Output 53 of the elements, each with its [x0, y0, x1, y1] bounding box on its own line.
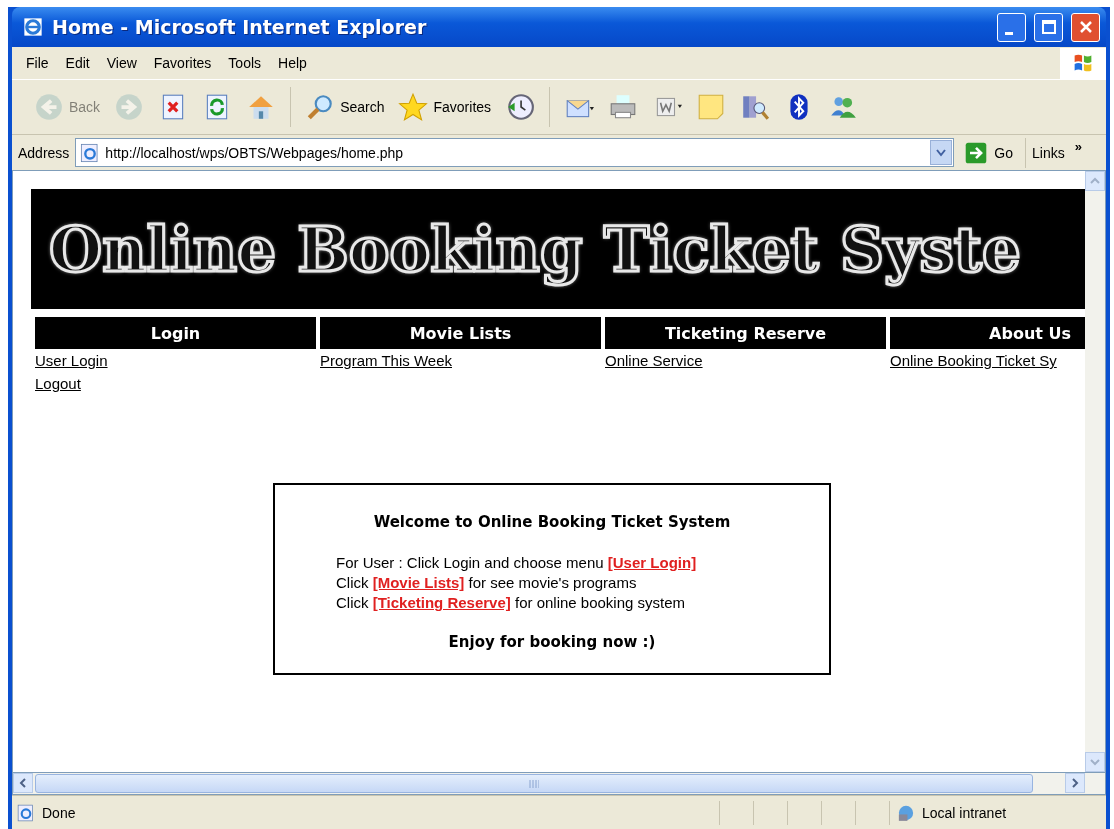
inline-link[interactable]: [Ticketing Reserve] [372, 594, 511, 611]
nav-heading: Login [35, 317, 316, 349]
horizontal-scrollbar[interactable] [12, 773, 1106, 795]
nav-link[interactable]: User Login [35, 349, 108, 372]
instruction-text: For User : Click Login and choose menu [User Login] [336, 553, 697, 573]
banner-logo-text: Online Booking Ticket Syste [49, 213, 1021, 285]
page-icon [16, 802, 36, 823]
chevron-left-icon [19, 778, 27, 788]
address-field[interactable]: http://localhost/wps/OBTS/Webpages/home.php [75, 138, 955, 167]
inline-link[interactable]: [User Login] [607, 554, 697, 571]
go-button[interactable]: Go [960, 137, 1026, 168]
menu-item[interactable]: File [18, 52, 58, 74]
ie-logo-icon [22, 16, 44, 38]
vertical-scrollbar[interactable] [1085, 171, 1105, 772]
nav-link[interactable]: Program This Week [320, 349, 452, 372]
nav-link[interactable]: Online Booking Ticket Sy [890, 349, 1057, 372]
nav-link[interactable]: Online Service [605, 349, 703, 372]
close-button[interactable] [1071, 12, 1100, 42]
links-button[interactable]: Links [1032, 144, 1065, 161]
dropdown-button[interactable] [930, 140, 953, 165]
menu-item[interactable]: Help [270, 52, 316, 74]
instruction-text: Click [Ticketing Reserve] for online booking system [336, 593, 687, 613]
nav-link[interactable]: Logout [35, 372, 81, 395]
nav-heading: Ticketing Reserve [605, 317, 886, 349]
menu-item[interactable]: Tools [220, 52, 271, 74]
clock-icon [505, 92, 536, 122]
status-text: Done [42, 804, 76, 821]
chevron-down-icon [1090, 758, 1100, 766]
star-icon [398, 92, 429, 122]
menu-item[interactable]: View [98, 52, 146, 74]
menu-item[interactable]: Edit [57, 52, 99, 74]
welcome-title: Welcome to Online Booking Ticket System [373, 513, 731, 531]
chevron-down-icon [936, 148, 947, 157]
maximize-icon [1040, 19, 1057, 35]
close-icon [1077, 19, 1094, 35]
zone-text: Local intranet [922, 804, 1007, 821]
inline-link[interactable]: [Movie Lists] [372, 574, 465, 591]
nav-heading: Movie Lists [320, 317, 601, 349]
maximize-button[interactable] [1034, 12, 1063, 42]
closing-text: Enjoy for booking now :) [448, 633, 656, 651]
address-label: Address [18, 144, 70, 161]
search-button[interactable]: Search [303, 90, 387, 124]
minimize-icon [1004, 31, 1013, 35]
favorites-button[interactable]: Favorites [396, 90, 494, 124]
window-title: Home - Microsoft Internet Explorer [52, 16, 428, 38]
grip-icon [529, 779, 539, 788]
minimize-button[interactable] [997, 12, 1026, 42]
chevron-right-icon [1071, 778, 1079, 788]
menu-item[interactable]: Favorites [145, 52, 221, 74]
nav-heading: About Us [890, 317, 1085, 349]
chevron-up-icon [1090, 177, 1100, 185]
instruction-text: Click [Movie Lists] for see movie's programs [336, 573, 638, 593]
chevron-button[interactable]: » [1074, 138, 1082, 154]
